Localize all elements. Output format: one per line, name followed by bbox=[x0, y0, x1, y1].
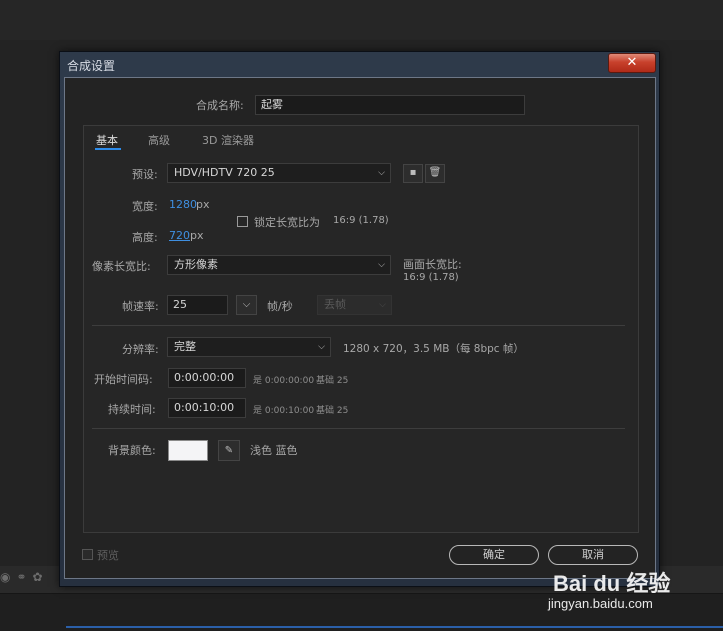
width-label: 宽度: bbox=[132, 200, 158, 213]
frame-aspect-label: 画面长宽比: bbox=[403, 258, 462, 271]
resolution-value: 完整 bbox=[174, 340, 196, 353]
close-button[interactable]: ✕ bbox=[608, 53, 656, 73]
watermark-brand: Bai du 经验 bbox=[553, 571, 671, 596]
chevron-down-icon: ⌵ bbox=[378, 168, 385, 178]
resolution-select[interactable]: 完整 ⌵ bbox=[167, 337, 331, 357]
background-color-swatch[interactable] bbox=[168, 440, 208, 461]
pixel-aspect-label: 像素长宽比: bbox=[92, 260, 151, 273]
tab-basic[interactable]: 基本 bbox=[96, 132, 118, 148]
start-timecode-is: 是 0:00:00:00 bbox=[253, 376, 315, 386]
frame-rate-unit: 帧/秒 bbox=[267, 300, 293, 313]
height-unit: px bbox=[190, 229, 204, 242]
background-color-label: 背景颜色: bbox=[108, 444, 156, 457]
width-value[interactable]: 1280 bbox=[169, 198, 197, 211]
active-tab-indicator bbox=[95, 148, 121, 150]
lock-aspect-ratio: 16:9 (1.78) bbox=[333, 215, 389, 226]
width-unit: px bbox=[196, 198, 210, 211]
resolution-info: 1280 x 720，3.5 MB（每 8bpc 帧） bbox=[343, 343, 524, 355]
chevron-down-icon: ⌵ bbox=[242, 299, 251, 310]
preset-value: HDV/HDTV 720 25 bbox=[174, 166, 275, 179]
chevron-down-icon: ⌵ bbox=[318, 342, 325, 352]
drop-frame-value: 丢帧 bbox=[324, 298, 346, 311]
dialog-title: 合成设置 bbox=[67, 59, 116, 73]
divider bbox=[92, 428, 625, 429]
delete-preset-button[interactable]: 🗑 bbox=[425, 164, 445, 183]
save-preset-button[interactable]: ▪ bbox=[403, 164, 423, 183]
chevron-down-icon: ⌵ bbox=[378, 260, 385, 270]
duration-base: 基础 25 bbox=[316, 406, 349, 416]
duration-label: 持续时间: bbox=[108, 403, 156, 416]
background-color-name: 浅色 蓝色 bbox=[250, 444, 298, 457]
lock-aspect-label: 锁定长宽比为 bbox=[254, 216, 320, 229]
comp-name-input[interactable]: 起雾 bbox=[255, 95, 525, 115]
height-label: 高度: bbox=[132, 231, 158, 244]
trash-icon: 🗑 bbox=[428, 167, 442, 178]
eyedropper-button[interactable]: ✎ bbox=[218, 440, 240, 461]
pixel-aspect-value: 方形像素 bbox=[174, 258, 218, 271]
frame-rate-dropdown[interactable]: ⌵ bbox=[236, 295, 257, 315]
start-timecode-label: 开始时间码: bbox=[94, 373, 153, 386]
start-timecode-input[interactable]: 0:00:00:00 bbox=[168, 368, 246, 388]
preset-select[interactable]: HDV/HDTV 720 25 ⌵ bbox=[167, 163, 391, 183]
start-timecode-base: 基础 25 bbox=[316, 376, 349, 386]
tab-3d-renderer[interactable]: 3D 渲染器 bbox=[202, 132, 254, 148]
cancel-button[interactable]: 取消 bbox=[548, 545, 638, 565]
timeline-icons: ◉ ⚭ ✿ bbox=[0, 570, 43, 584]
pixel-aspect-select[interactable]: 方形像素 ⌵ bbox=[167, 255, 391, 275]
preview-label: 预览 bbox=[97, 549, 119, 562]
duration-is: 是 0:00:10:00 bbox=[253, 406, 315, 416]
frame-rate-label: 帧速率: bbox=[122, 300, 159, 313]
preset-label: 预设: bbox=[132, 168, 158, 181]
drop-frame-select: 丢帧 ⌵ bbox=[317, 295, 392, 315]
resolution-label: 分辨率: bbox=[122, 343, 159, 356]
watermark-url: jingyan.baidu.com bbox=[548, 596, 653, 611]
frame-rate-input[interactable]: 25 bbox=[167, 295, 228, 315]
duration-input[interactable]: 0:00:10:00 bbox=[168, 398, 246, 418]
comp-name-label: 合成名称: bbox=[196, 99, 244, 112]
chevron-down-icon: ⌵ bbox=[379, 300, 386, 310]
ok-button[interactable]: 确定 bbox=[449, 545, 539, 565]
settings-panel bbox=[83, 125, 639, 533]
lock-aspect-checkbox[interactable] bbox=[237, 216, 248, 227]
divider bbox=[92, 325, 625, 326]
color-wheel-icon[interactable]: ✿ bbox=[33, 570, 43, 584]
eyedropper-icon: ✎ bbox=[224, 445, 234, 456]
preview-checkbox bbox=[82, 549, 93, 560]
timeline-indicator bbox=[66, 626, 723, 628]
height-value[interactable]: 720 bbox=[169, 229, 190, 242]
app-background bbox=[0, 0, 723, 40]
frame-aspect-value: 16:9 (1.78) bbox=[403, 272, 459, 283]
link-icon[interactable]: ⚭ bbox=[16, 570, 26, 584]
tab-advanced[interactable]: 高级 bbox=[148, 132, 170, 148]
save-icon: ▪ bbox=[409, 167, 417, 178]
camera-icon[interactable]: ◉ bbox=[0, 570, 10, 584]
